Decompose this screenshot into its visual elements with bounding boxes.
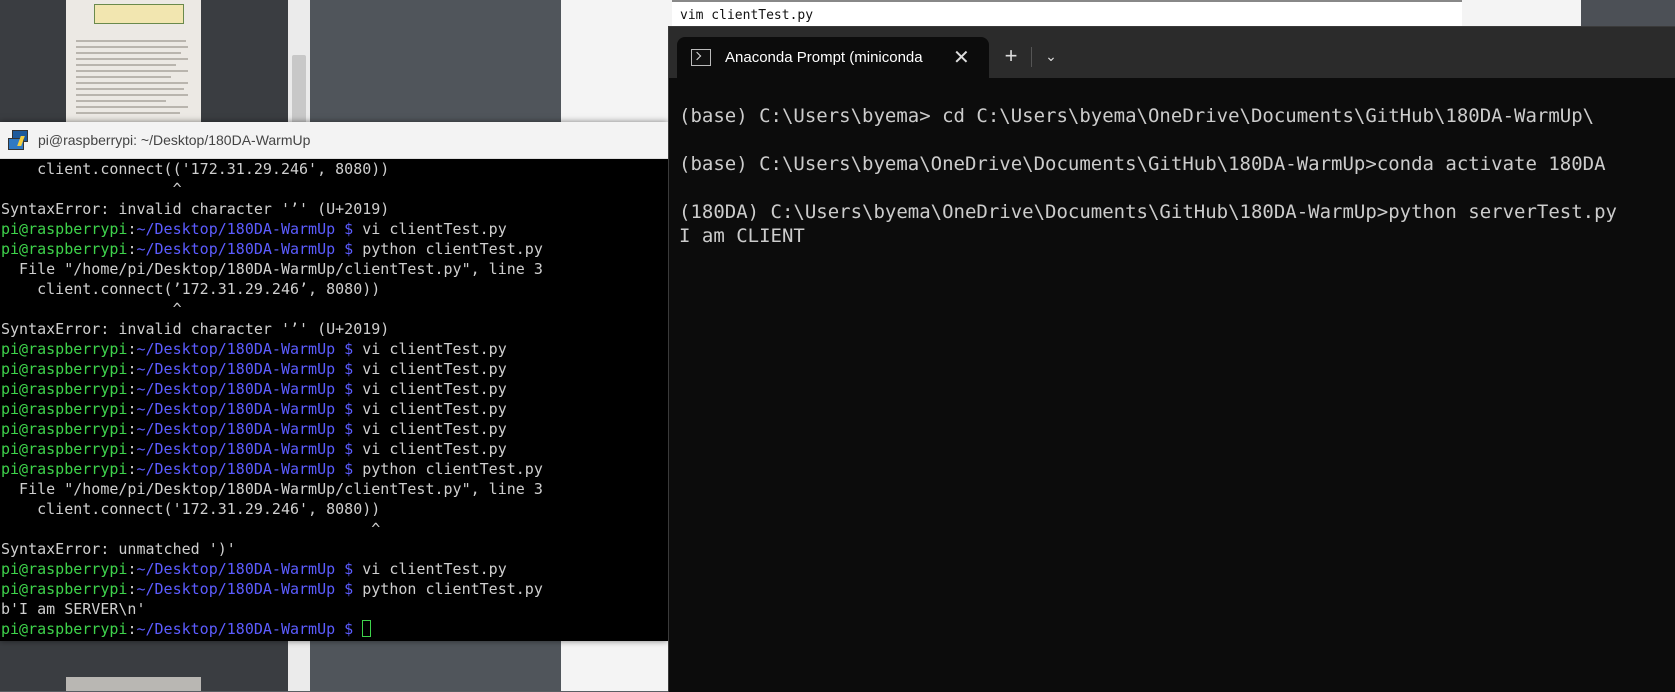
prompt-path: ~/Desktop/180DA-WarmUp $ — [136, 580, 363, 598]
command-text: vi clientTest.py — [362, 340, 507, 358]
output-line: client.connect('172.31.29.246', 8080)) — [1, 500, 381, 518]
pdf-text-line — [76, 76, 171, 78]
pdf-text-line — [76, 100, 166, 102]
output-line: client.connect(('172.31.29.246', 8080)) — [1, 160, 390, 178]
prompt-user: pi@raspberrypi — [1, 440, 128, 458]
anaconda-terminal-output[interactable]: (base) C:\Users\byema> cd C:\Users\byema… — [669, 78, 1675, 248]
shell-prompt-line: pi@raspberrypi:~/Desktop/180DA-WarmUp $ … — [1, 339, 668, 359]
pdf-text-line — [76, 46, 188, 48]
output-line: SyntaxError: unmatched ')' — [1, 540, 236, 558]
putty-window[interactable]: pi@raspberrypi: ~/Desktop/180DA-WarmUp c… — [0, 122, 668, 641]
pdf-text-line — [76, 106, 188, 108]
command-text: python clientTest.py — [362, 240, 543, 258]
terminal-line: (base) C:\Users\byema\OneDrive\Documents… — [679, 153, 1606, 175]
shell-prompt-line: pi@raspberrypi:~/Desktop/180DA-WarmUp $ … — [1, 399, 668, 419]
shell-prompt-line: pi@raspberrypi:~/Desktop/180DA-WarmUp $ … — [1, 419, 668, 439]
prompt-path: ~/Desktop/180DA-WarmUp $ — [136, 440, 363, 458]
pdf-text-line — [76, 88, 184, 90]
pdf-text-line — [76, 94, 188, 96]
putty-titlebar[interactable]: pi@raspberrypi: ~/Desktop/180DA-WarmUp — [0, 122, 668, 159]
shell-prompt-line: pi@raspberrypi:~/Desktop/180DA-WarmUp $ … — [1, 219, 668, 239]
output-line: ^ — [1, 520, 381, 538]
shell-prompt-line: pi@raspberrypi:~/Desktop/180DA-WarmUp $ … — [1, 379, 668, 399]
new-tab-button[interactable]: + — [991, 37, 1031, 75]
prompt-path: ~/Desktop/180DA-WarmUp $ — [136, 400, 363, 418]
prompt-path: ~/Desktop/180DA-WarmUp $ — [136, 620, 363, 638]
prompt-path: ~/Desktop/180DA-WarmUp $ — [136, 340, 363, 358]
prompt-user: pi@raspberrypi — [1, 380, 128, 398]
pdf-text-line — [76, 82, 188, 84]
prompt-user: pi@raspberrypi — [1, 420, 128, 438]
command-text: python clientTest.py — [362, 580, 543, 598]
prompt-path: ~/Desktop/180DA-WarmUp $ — [136, 240, 363, 258]
prompt-path: ~/Desktop/180DA-WarmUp $ — [136, 460, 363, 478]
shell-prompt-line: pi@raspberrypi:~/Desktop/180DA-WarmUp $ … — [1, 439, 668, 459]
command-text: vi clientTest.py — [362, 220, 507, 238]
prompt-user: pi@raspberrypi — [1, 360, 128, 378]
pdf-text-line — [76, 112, 180, 114]
output-line: ^ — [1, 180, 182, 198]
terminal-tab-bar: Anaconda Prompt (miniconda ✕ + ⌄ — [669, 27, 1675, 78]
command-text: vi clientTest.py — [362, 400, 507, 418]
terminal-prompt-icon — [691, 49, 711, 66]
prompt-user: pi@raspberrypi — [1, 400, 128, 418]
tab-anaconda-prompt[interactable]: Anaconda Prompt (miniconda ✕ — [677, 37, 989, 78]
output-line: File "/home/pi/Desktop/180DA-WarmUp/clie… — [1, 260, 543, 278]
output-line: SyntaxError: invalid character '’' (U+20… — [1, 200, 390, 218]
tab-separator — [1031, 47, 1032, 67]
windows-terminal-window[interactable]: Anaconda Prompt (miniconda ✕ + ⌄ (base) … — [668, 26, 1675, 692]
output-line: ^ — [1, 300, 182, 318]
close-tab-icon[interactable]: ✕ — [953, 45, 970, 70]
prompt-path: ~/Desktop/180DA-WarmUp $ — [136, 360, 363, 378]
prompt-user: pi@raspberrypi — [1, 340, 128, 358]
shell-prompt-line: pi@raspberrypi:~/Desktop/180DA-WarmUp $ — [1, 619, 668, 639]
command-text: vi clientTest.py — [362, 360, 507, 378]
prompt-path: ~/Desktop/180DA-WarmUp $ — [136, 220, 363, 238]
pdf-text-line — [76, 52, 181, 54]
terminal-line: I am CLIENT — [679, 225, 805, 247]
prompt-user: pi@raspberrypi — [1, 580, 128, 598]
pdf-text-line — [76, 70, 188, 72]
prompt-path: ~/Desktop/180DA-WarmUp $ — [136, 380, 363, 398]
putty-terminal-output[interactable]: client.connect(('172.31.29.246', 8080)) … — [0, 159, 668, 642]
tab-title: Anaconda Prompt (miniconda — [725, 49, 923, 66]
shell-prompt-line: pi@raspberrypi:~/Desktop/180DA-WarmUp $ … — [1, 459, 668, 479]
prompt-path: ~/Desktop/180DA-WarmUp $ — [136, 420, 363, 438]
output-line: SyntaxError: invalid character '’' (U+20… — [1, 320, 390, 338]
putty-window-title: pi@raspberrypi: ~/Desktop/180DA-WarmUp — [38, 132, 311, 148]
pdf-text-line — [76, 58, 188, 60]
prompt-user: pi@raspberrypi — [1, 560, 128, 578]
background-vim-caption: vim clientTest.py — [680, 8, 814, 23]
command-text: vi clientTest.py — [362, 440, 507, 458]
putty-icon — [8, 129, 30, 151]
pdf-figure — [94, 4, 184, 24]
pdf-page-thumbnail-lower — [66, 677, 201, 691]
command-text: vi clientTest.py — [362, 420, 507, 438]
shell-prompt-line: pi@raspberrypi:~/Desktop/180DA-WarmUp $ … — [1, 559, 668, 579]
shell-prompt-line: pi@raspberrypi:~/Desktop/180DA-WarmUp $ … — [1, 579, 668, 599]
prompt-user: pi@raspberrypi — [1, 220, 128, 238]
command-text: vi clientTest.py — [362, 560, 507, 578]
output-line: client.connect(’172.31.29.246’, 8080)) — [1, 280, 381, 298]
prompt-user: pi@raspberrypi — [1, 240, 128, 258]
prompt-user: pi@raspberrypi — [1, 620, 128, 638]
pdf-text-line — [76, 64, 176, 66]
terminal-line: (base) C:\Users\byema> cd C:\Users\byema… — [679, 105, 1595, 127]
output-line: b'I am SERVER\n' — [1, 600, 146, 618]
shell-prompt-line: pi@raspberrypi:~/Desktop/180DA-WarmUp $ … — [1, 359, 668, 379]
terminal-cursor — [362, 620, 372, 637]
chevron-down-icon[interactable]: ⌄ — [1034, 37, 1068, 75]
pdf-page-thumbnail — [66, 0, 201, 122]
prompt-path: ~/Desktop/180DA-WarmUp $ — [136, 560, 363, 578]
terminal-line: (180DA) C:\Users\byema\OneDrive\Document… — [679, 201, 1617, 223]
output-line: File "/home/pi/Desktop/180DA-WarmUp/clie… — [1, 480, 543, 498]
pdf-text-line — [76, 40, 186, 42]
shell-prompt-line: pi@raspberrypi:~/Desktop/180DA-WarmUp $ … — [1, 239, 668, 259]
command-text: vi clientTest.py — [362, 380, 507, 398]
command-text: python clientTest.py — [362, 460, 543, 478]
prompt-user: pi@raspberrypi — [1, 460, 128, 478]
